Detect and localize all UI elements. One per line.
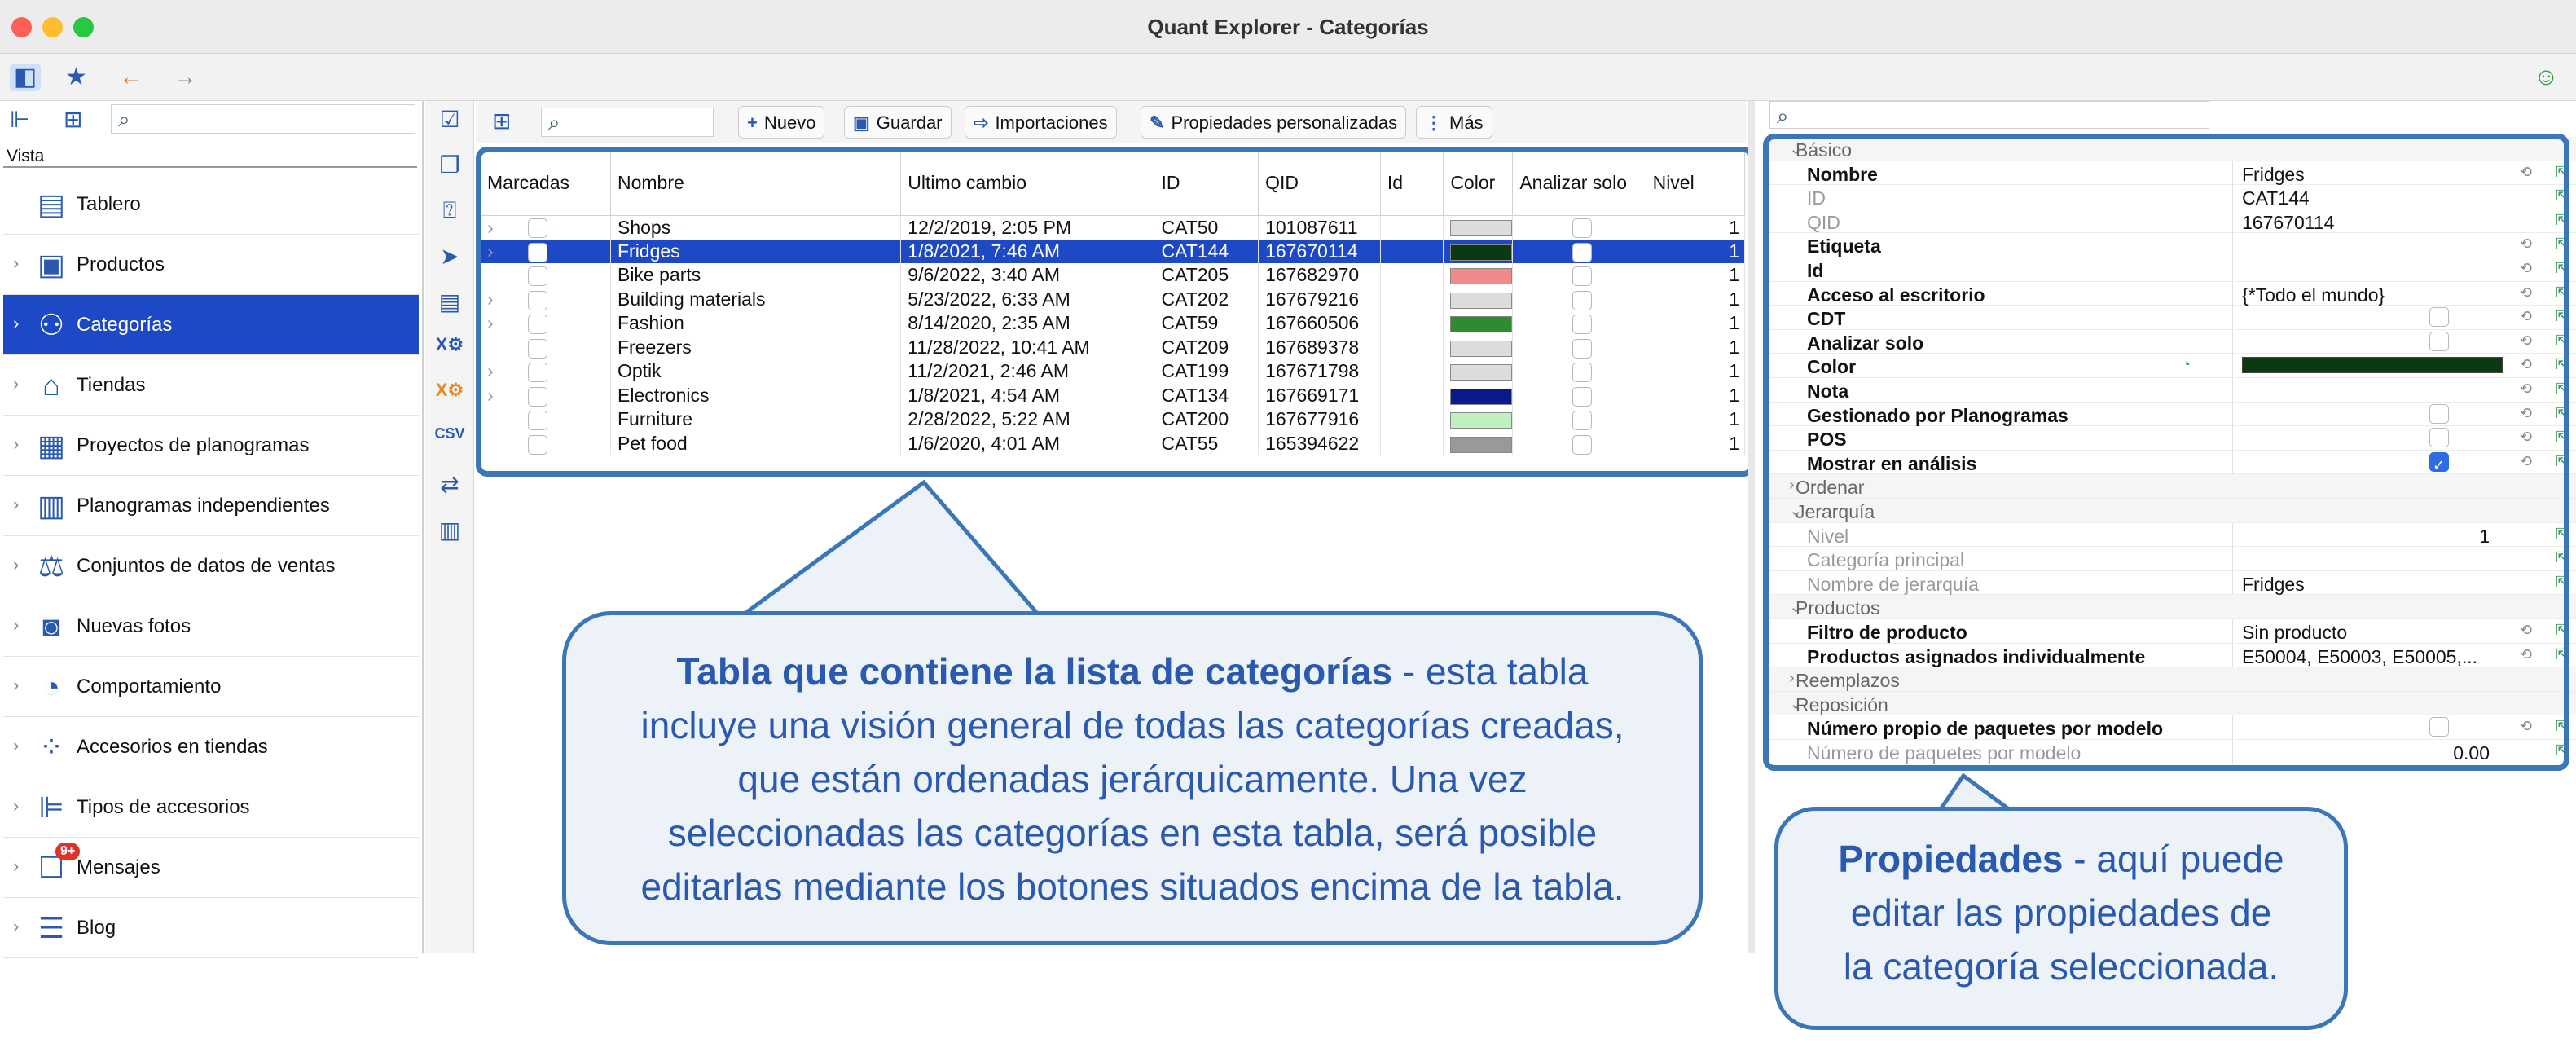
props-callout-title: Propiedades (1838, 838, 2064, 880)
table-callout-title: Tabla que contiene la lista de categoría… (676, 650, 1393, 693)
table-callout-pointer (735, 479, 1044, 618)
table-callout: Tabla que contiene la lista de categoría… (562, 611, 1703, 945)
properties-callout: Propiedades - aquí puede editar las prop… (1774, 807, 2348, 1030)
